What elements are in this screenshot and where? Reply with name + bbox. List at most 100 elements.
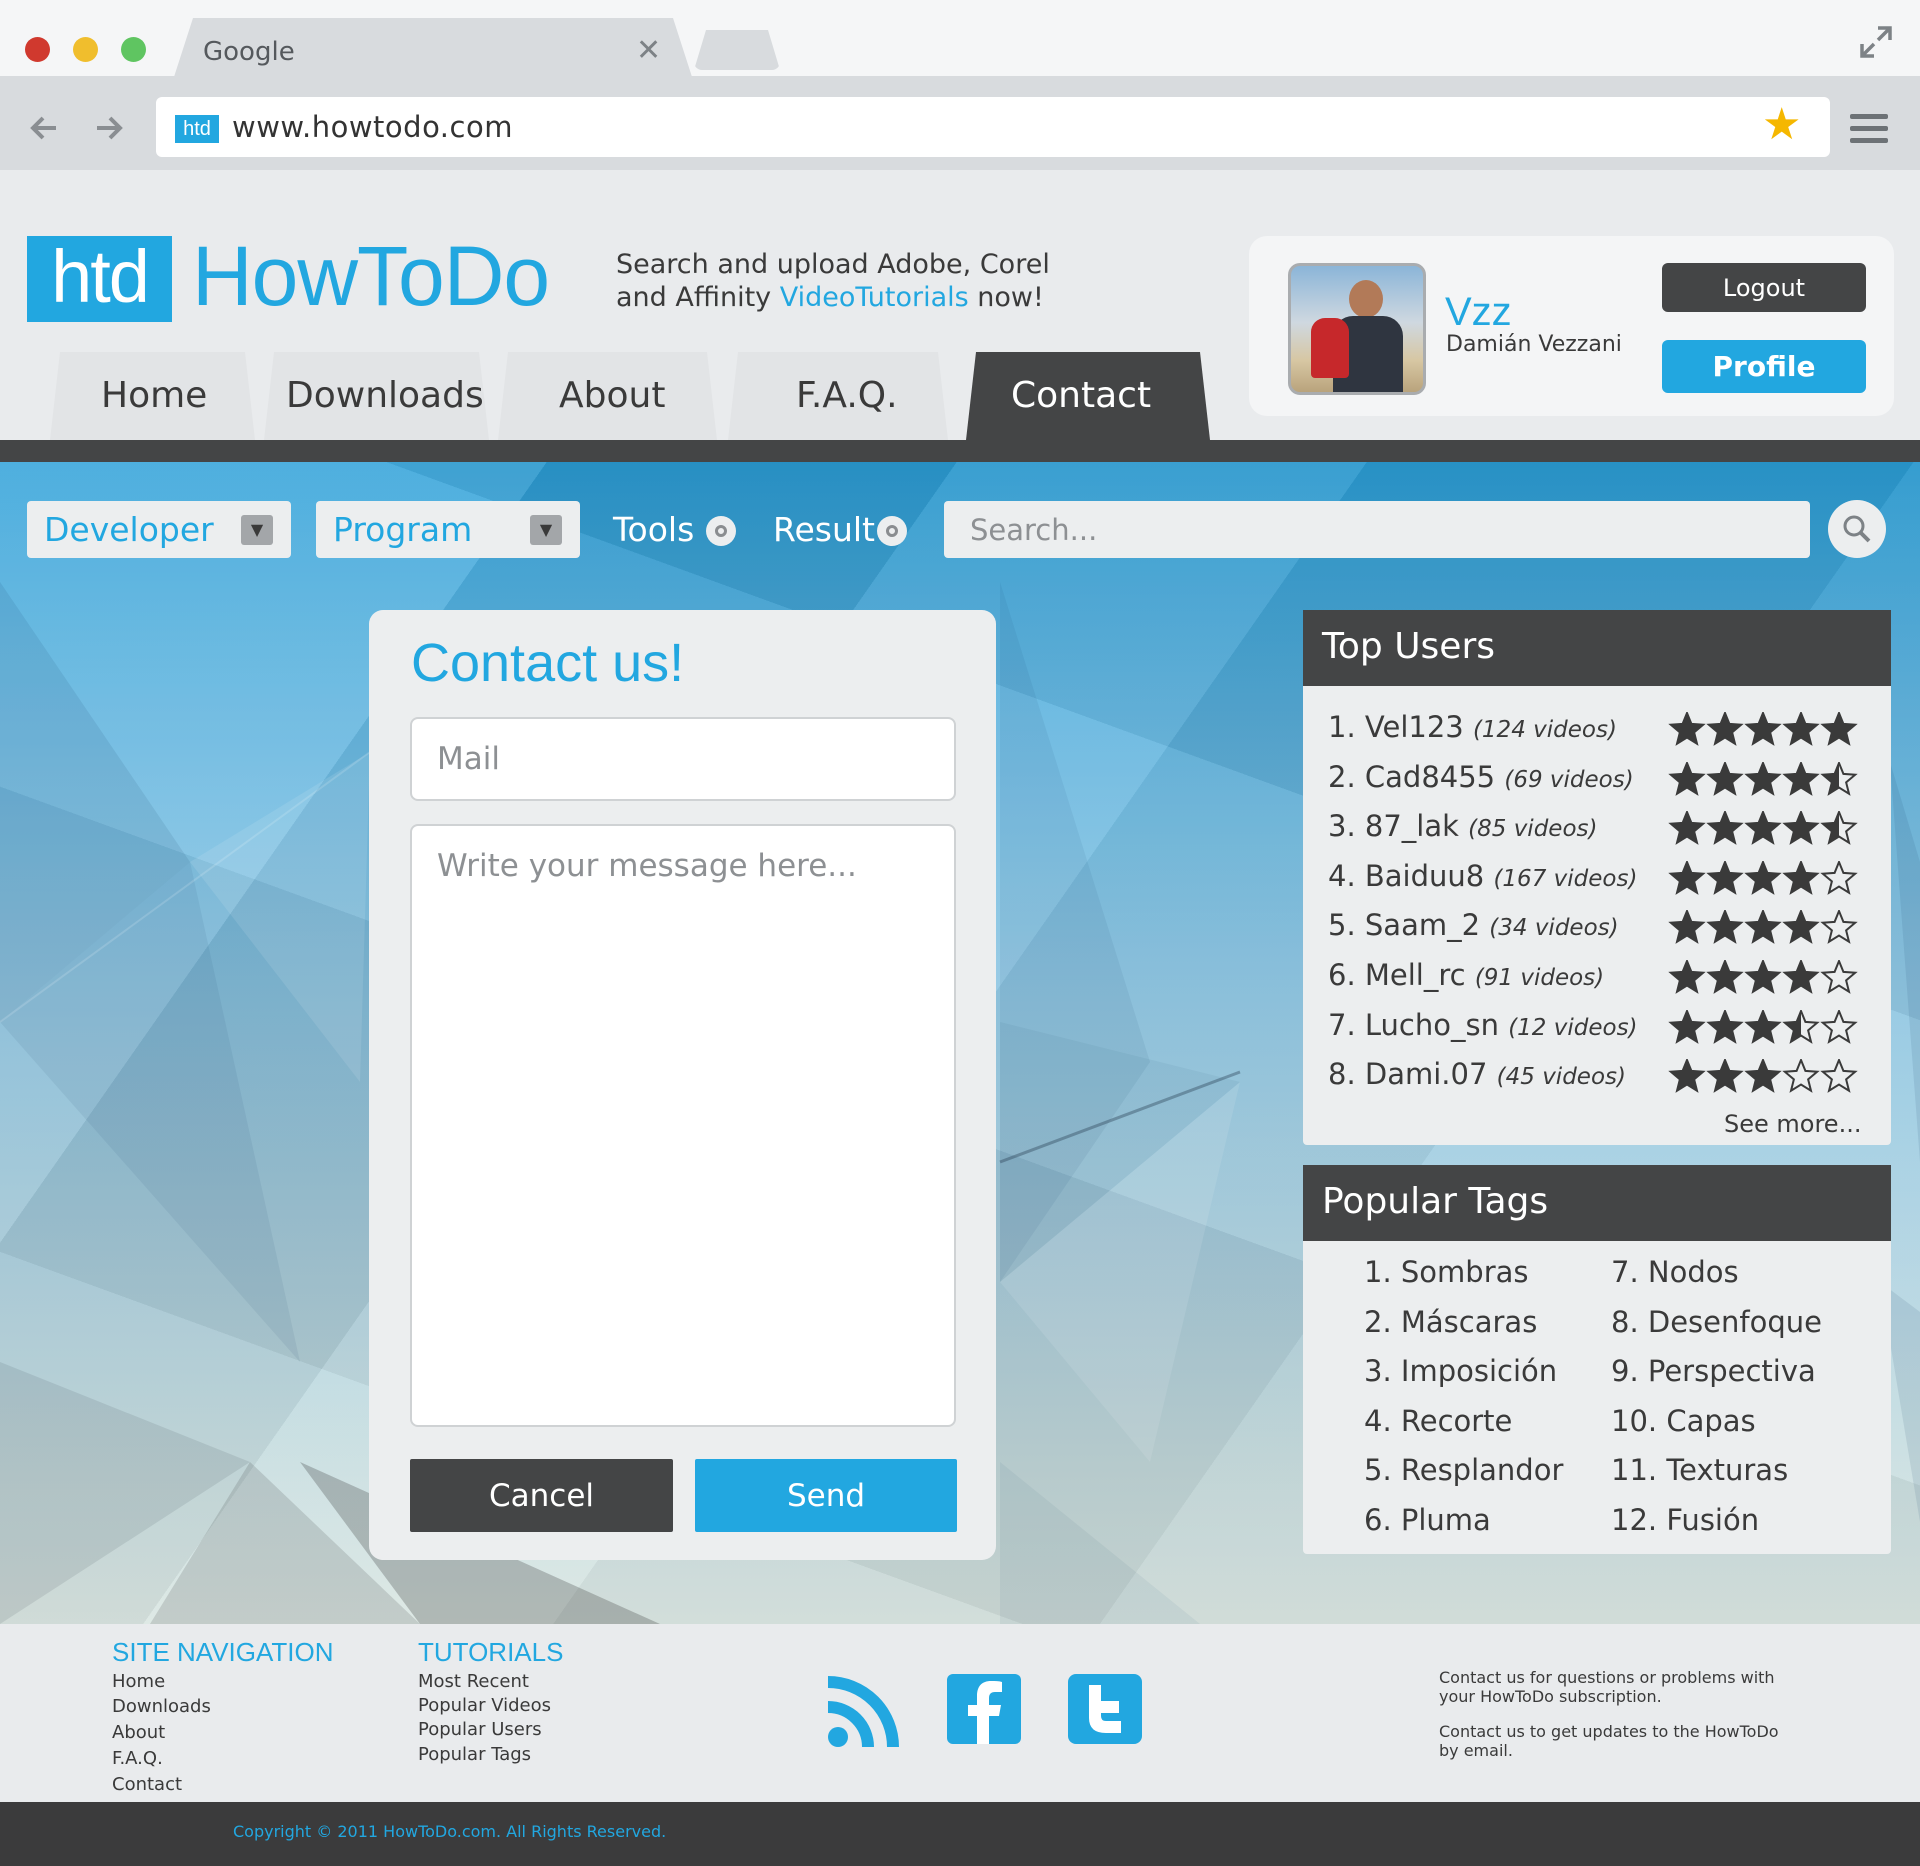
top-user-video-count: (85 videos) <box>1468 816 1598 842</box>
footer-link-home[interactable]: Home <box>112 1671 165 1692</box>
top-user-name[interactable]: 1. Vel123 <box>1328 710 1473 744</box>
top-user-row[interactable]: 5. Saam_2 (34 videos) <box>1328 908 1619 942</box>
search-input[interactable] <box>944 501 1810 558</box>
footer-link-popular-users[interactable]: Popular Users <box>418 1719 542 1740</box>
top-user-name[interactable]: 5. Saam_2 <box>1328 908 1489 942</box>
tab-faq-label[interactable]: F.A.Q. <box>796 375 898 416</box>
result-radio-icon[interactable] <box>877 516 907 546</box>
footer-link-faq[interactable]: F.A.Q. <box>112 1748 163 1769</box>
tag-item[interactable]: 8. Desenfoque <box>1611 1305 1822 1339</box>
tagline-line-1: Search and upload Adobe, Corel <box>616 249 1050 280</box>
rss-icon[interactable] <box>825 1674 901 1750</box>
footer-link-contact[interactable]: Contact <box>112 1774 182 1795</box>
search-button[interactable] <box>1828 500 1886 558</box>
tag-item[interactable]: 5. Resplandor <box>1364 1453 1563 1487</box>
tag-item[interactable]: 1. Sombras <box>1364 1255 1529 1289</box>
contact-title: Contact us! <box>411 633 685 693</box>
top-user-name[interactable]: 2. Cad8455 <box>1328 760 1504 794</box>
browser-tab-title: Google <box>203 37 295 67</box>
top-user-video-count: (69 videos) <box>1504 767 1634 793</box>
header-divider <box>0 440 1920 462</box>
chevron-down-icon[interactable]: ▼ <box>530 515 562 545</box>
program-select-label[interactable]: Program <box>333 510 472 549</box>
rating-stars <box>1668 958 1858 996</box>
top-user-name[interactable]: 7. Lucho_sn <box>1328 1008 1508 1042</box>
facebook-icon[interactable] <box>947 1674 1021 1744</box>
star-full-icon <box>1668 710 1706 746</box>
footer-link-popular-videos[interactable]: Popular Videos <box>418 1695 551 1716</box>
developer-select-label[interactable]: Developer <box>44 510 214 549</box>
star-full-icon <box>1744 760 1782 796</box>
top-user-name[interactable]: 3. 87_lak <box>1328 809 1468 843</box>
tag-item[interactable]: 7. Nodos <box>1611 1255 1739 1289</box>
tab-home-label[interactable]: Home <box>101 375 207 416</box>
tools-option-label[interactable]: Tools <box>613 510 694 549</box>
logout-button[interactable]: Logout <box>1662 263 1866 312</box>
result-option-label[interactable]: Result <box>773 510 875 549</box>
logo-mark[interactable]: htd <box>27 236 172 322</box>
top-user-row[interactable]: 8. Dami.07 (45 videos) <box>1328 1057 1626 1091</box>
top-user-row[interactable]: 6. Mell_rc (91 videos) <box>1328 958 1604 992</box>
maximize-window-button[interactable] <box>121 37 146 62</box>
tab-about-label[interactable]: About <box>559 375 665 416</box>
cancel-button[interactable]: Cancel <box>410 1459 673 1532</box>
tag-item[interactable]: 12. Fusión <box>1611 1503 1759 1537</box>
profile-button[interactable]: Profile <box>1662 340 1866 393</box>
top-user-video-count: (91 videos) <box>1474 965 1605 991</box>
message-input[interactable] <box>410 824 956 1427</box>
star-full-icon <box>1706 809 1744 845</box>
send-button[interactable]: Send <box>695 1459 957 1532</box>
tagline-line-2: and Affinity VideoTutorials now! <box>616 281 1050 314</box>
tag-item[interactable]: 6. Pluma <box>1364 1503 1491 1537</box>
username[interactable]: Vzz <box>1445 290 1512 335</box>
footer-link-downloads[interactable]: Downloads <box>112 1696 211 1717</box>
star-full-icon <box>1706 760 1744 796</box>
footer-link-most-recent[interactable]: Most Recent <box>418 1671 529 1692</box>
logo-name[interactable]: HowToDo <box>192 228 550 325</box>
rating-stars <box>1668 760 1858 798</box>
tools-radio-icon[interactable] <box>706 516 736 546</box>
star-full-icon <box>1706 710 1744 746</box>
tagline-text-end: now! <box>968 282 1044 313</box>
mail-input[interactable] <box>410 717 956 801</box>
tagline-text: and Affinity <box>616 282 780 313</box>
star-full-icon <box>1706 1057 1744 1093</box>
top-user-name[interactable]: 4. Baiduu8 <box>1328 859 1493 893</box>
footer-link-about[interactable]: About <box>112 1722 165 1743</box>
tag-item[interactable]: 3. Imposición <box>1364 1354 1557 1388</box>
tab-downloads-label[interactable]: Downloads <box>286 375 484 416</box>
tag-item[interactable]: 11. Texturas <box>1611 1453 1788 1487</box>
top-user-row[interactable]: 3. 87_lak (85 videos) <box>1328 809 1597 843</box>
tag-item[interactable]: 4. Recorte <box>1364 1404 1512 1438</box>
tag-item[interactable]: 9. Perspectiva <box>1611 1354 1816 1388</box>
chevron-down-icon[interactable]: ▼ <box>241 515 273 545</box>
minimize-window-button[interactable] <box>73 37 98 62</box>
star-full-icon <box>1744 1008 1782 1044</box>
search-icon <box>1843 515 1871 543</box>
back-arrow-icon[interactable] <box>26 110 62 146</box>
see-more-link[interactable]: See more... <box>1724 1110 1861 1138</box>
tab-contact-label[interactable]: Contact <box>1011 375 1151 416</box>
address-url[interactable]: www.howtodo.com <box>232 110 513 144</box>
top-user-name[interactable]: 8. Dami.07 <box>1328 1057 1497 1091</box>
bookmark-star-icon[interactable]: ★ <box>1762 103 1801 147</box>
twitter-icon[interactable] <box>1068 1674 1142 1744</box>
star-full-icon <box>1706 908 1744 944</box>
top-user-row[interactable]: 7. Lucho_sn (12 videos) <box>1328 1008 1638 1042</box>
top-user-row[interactable]: 1. Vel123 (124 videos) <box>1328 710 1617 744</box>
fullscreen-icon[interactable] <box>1858 24 1894 60</box>
top-user-row[interactable]: 2. Cad8455 (69 videos) <box>1328 760 1634 794</box>
rating-stars <box>1668 1008 1858 1046</box>
forward-arrow-icon[interactable] <box>91 110 127 146</box>
footer-link-popular-tags[interactable]: Popular Tags <box>418 1744 531 1765</box>
new-tab-button[interactable] <box>694 30 780 70</box>
top-user-row[interactable]: 4. Baiduu8 (167 videos) <box>1328 859 1637 893</box>
close-window-button[interactable] <box>25 37 50 62</box>
star-full-icon <box>1782 958 1820 994</box>
close-tab-icon[interactable]: ✕ <box>636 36 661 66</box>
browser-menu-icon[interactable] <box>1850 114 1888 144</box>
tag-item[interactable]: 10. Capas <box>1611 1404 1756 1438</box>
top-user-name[interactable]: 6. Mell_rc <box>1328 958 1475 992</box>
avatar[interactable] <box>1288 263 1426 395</box>
tag-item[interactable]: 2. Máscaras <box>1364 1305 1537 1339</box>
